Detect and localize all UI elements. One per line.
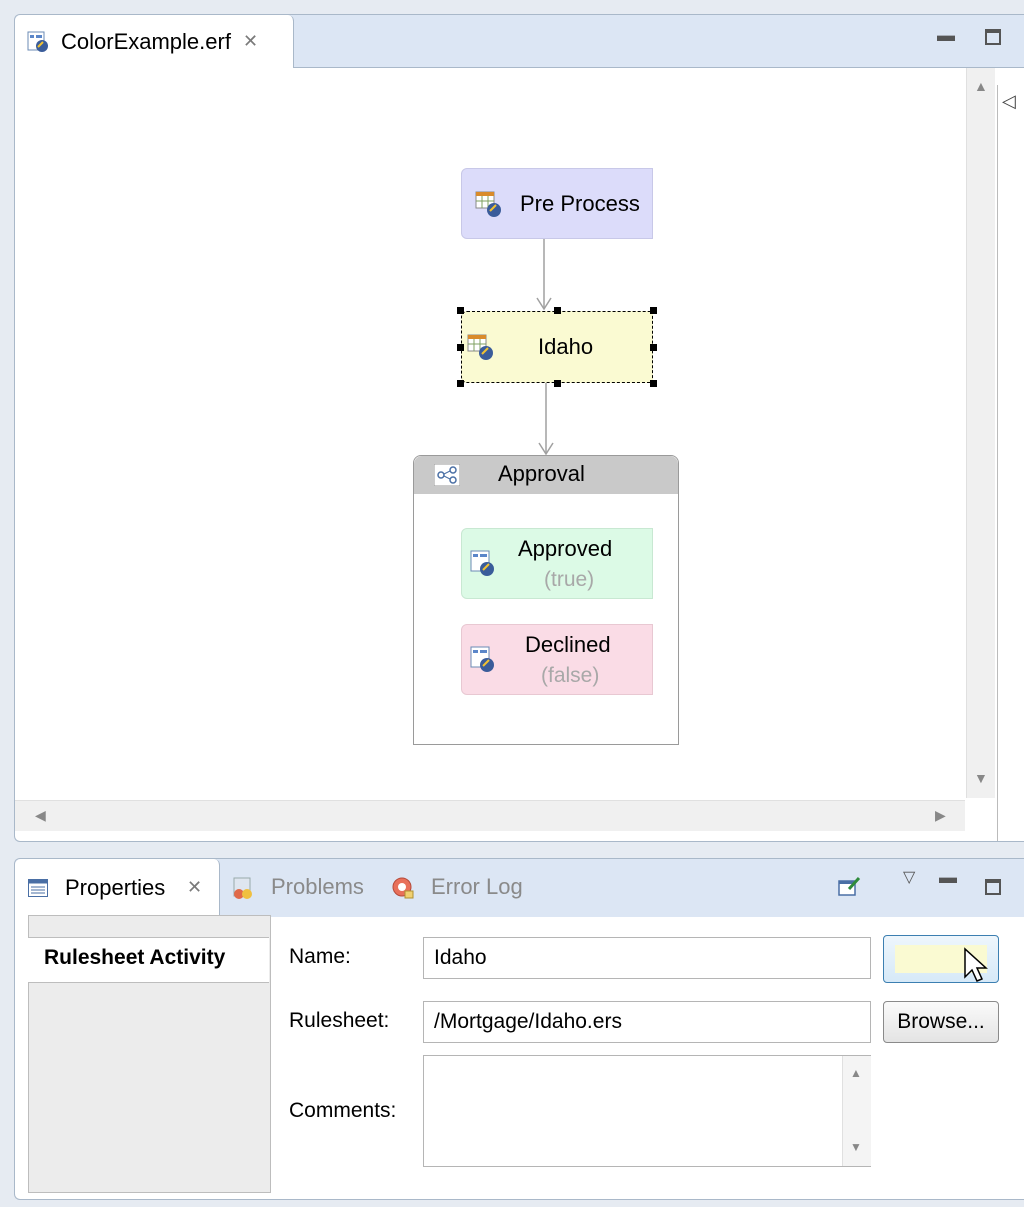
rulesheet-label: Rulesheet: [289, 1009, 390, 1032]
comments-textarea[interactable]: ▲ ▼ [423, 1055, 871, 1167]
properties-icon [28, 879, 48, 897]
mouse-cursor-icon [964, 947, 988, 982]
tab-problems[interactable]: Problems [231, 873, 401, 905]
node-approved-label: Approved [518, 536, 613, 561]
rulesheet-icon [475, 191, 501, 217]
scroll-up-icon[interactable]: ▲ [974, 78, 988, 94]
ruleflow-file-icon [27, 31, 48, 52]
scroll-right-icon[interactable]: ▶ [935, 807, 946, 824]
node-declined-label: Declined [525, 632, 611, 657]
error-log-icon [392, 877, 414, 899]
node-declined-condition: (false) [541, 664, 600, 687]
name-input[interactable]: Idaho [423, 937, 871, 979]
maximize-icon[interactable] [985, 29, 1001, 45]
vertical-scrollbar[interactable]: ▲ ▼ [966, 68, 995, 798]
maximize-icon[interactable] [985, 879, 1001, 895]
node-pre-process-label: Pre Process [520, 190, 640, 216]
pin-icon[interactable] [837, 875, 863, 899]
palette-toggle-icon[interactable]: ◁ [1002, 91, 1016, 112]
horizontal-scrollbar[interactable]: ◀ ▶ [15, 800, 965, 831]
browse-button[interactable]: Browse... [883, 1001, 999, 1043]
name-label: Name: [289, 945, 351, 968]
node-idaho-label: Idaho [538, 334, 594, 359]
tab-properties-label: Properties [65, 875, 166, 900]
resize-handle[interactable] [554, 380, 561, 387]
comments-label: Comments: [289, 1099, 397, 1122]
view-menu-icon[interactable]: ▽ [903, 867, 915, 887]
close-icon[interactable]: ✕ [243, 31, 258, 52]
resize-handle[interactable] [650, 307, 657, 314]
scroll-left-icon[interactable]: ◀ [35, 807, 46, 824]
node-approved[interactable]: Approved (true) [461, 528, 653, 599]
node-approval-container[interactable]: Approval Approved (true) Declined (false… [413, 455, 679, 745]
editor-tab[interactable]: ColorExample.erf ✕ [15, 15, 294, 68]
minimize-icon[interactable]: ▬ [939, 867, 957, 888]
node-declined[interactable]: Declined (false) [461, 624, 653, 695]
section-rulesheet-activity[interactable]: Rulesheet Activity [28, 937, 269, 983]
branch-icon [434, 464, 460, 486]
resize-handle[interactable] [457, 344, 464, 351]
close-icon[interactable]: ✕ [187, 877, 202, 898]
tab-error-log-label: Error Log [431, 874, 523, 899]
tab-problems-label: Problems [271, 874, 364, 899]
ruleflow-icon [470, 550, 494, 576]
resize-handle[interactable] [650, 380, 657, 387]
resize-handle[interactable] [650, 344, 657, 351]
editor-panel: ColorExample.erf ✕ ▬ Pre Process Idaho A… [14, 14, 1024, 842]
node-pre-process[interactable]: Pre Process [461, 168, 653, 239]
name-input-value: Idaho [434, 946, 487, 969]
tab-properties[interactable]: Properties ✕ [15, 859, 220, 918]
comments-scrollbar[interactable]: ▲ ▼ [842, 1056, 871, 1166]
node-approved-condition: (true) [544, 568, 595, 591]
properties-panel: Properties ✕ Problems Error Log ▽ ▬ Rule… [14, 858, 1024, 1200]
scroll-down-icon[interactable]: ▼ [974, 770, 988, 786]
node-idaho[interactable]: Idaho [461, 311, 653, 383]
rulesheet-icon [467, 334, 493, 360]
resize-handle[interactable] [457, 307, 464, 314]
ruleflow-icon [470, 646, 494, 672]
editor-tab-title: ColorExample.erf [61, 28, 231, 54]
palette-strip[interactable]: ◁ [997, 85, 1022, 841]
resize-handle[interactable] [554, 307, 561, 314]
scroll-down-icon[interactable]: ▼ [850, 1140, 862, 1154]
ruleflow-canvas[interactable]: Pre Process Idaho Approval Approved (tru… [15, 68, 965, 798]
tab-error-log[interactable]: Error Log [391, 873, 551, 905]
resize-handle[interactable] [457, 380, 464, 387]
rulesheet-input-value: /Mortgage/Idaho.ers [434, 1010, 622, 1033]
section-rulesheet-activity-label: Rulesheet Activity [44, 946, 226, 969]
problems-icon [233, 877, 252, 899]
rulesheet-input[interactable]: /Mortgage/Idaho.ers [423, 1001, 871, 1043]
scroll-up-icon[interactable]: ▲ [850, 1066, 862, 1080]
minimize-icon[interactable]: ▬ [937, 25, 955, 46]
node-approval-label: Approval [498, 461, 585, 486]
